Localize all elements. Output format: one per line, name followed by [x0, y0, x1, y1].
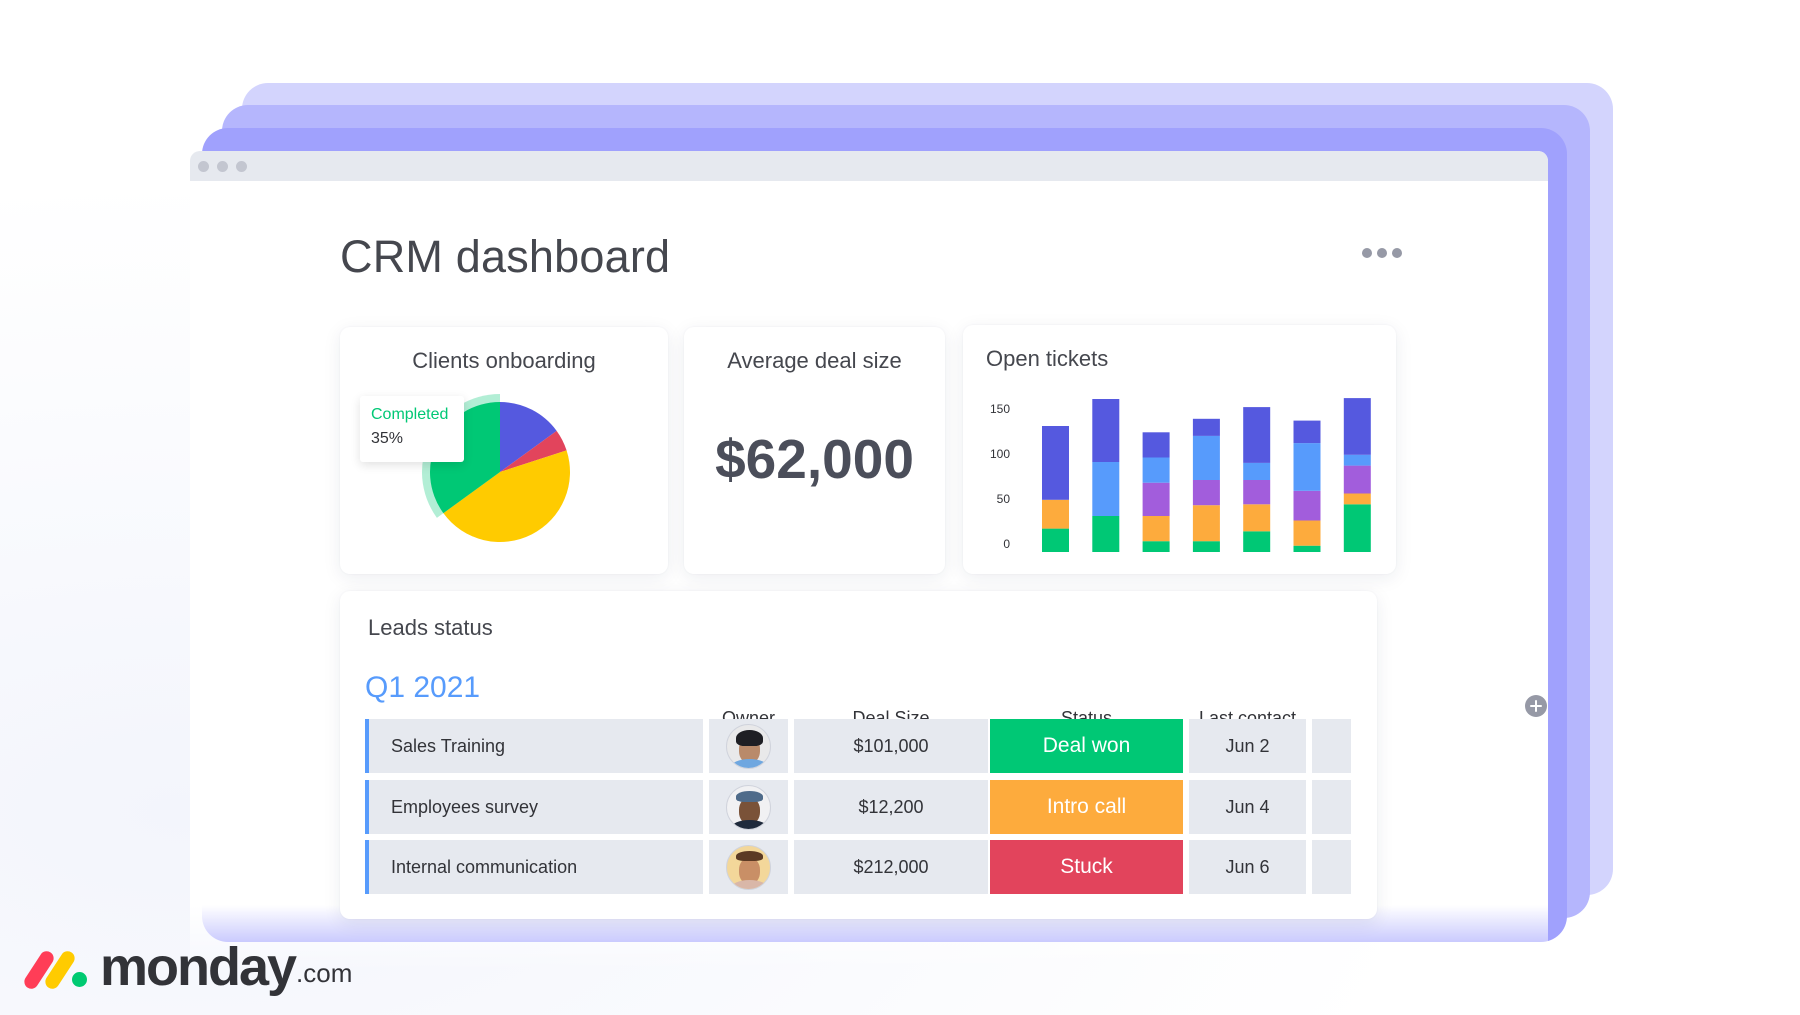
bar-segment-green [1293, 545, 1321, 552]
owner-cell[interactable] [709, 780, 788, 834]
bar-segment-light-blue [1293, 443, 1321, 491]
bar-segment-orange [1192, 505, 1220, 542]
item-name[interactable]: Employees survey [365, 780, 703, 834]
stacked-bar-chart: 0 50 100 150 [990, 398, 1371, 552]
open-tickets-widget[interactable]: Open tickets 0 50 100 150 [963, 325, 1396, 574]
table-row[interactable]: Employees survey $12,200 Intro call Jun … [365, 780, 1375, 834]
bar-segment-orange [1293, 520, 1321, 546]
widget-title: Average deal size [727, 348, 902, 373]
pie-tooltip: Completed 35% [360, 396, 464, 462]
item-name[interactable]: Sales Training [365, 719, 703, 773]
avatar-shirt [731, 879, 768, 889]
page-title: CRM dashboard [340, 231, 671, 282]
bar-segment-dark-blue [1243, 407, 1271, 463]
bar-segment-light-blue [1243, 462, 1271, 480]
bar-segment-light-blue [1192, 435, 1220, 480]
bar-segment-purple [1142, 482, 1170, 516]
empty-cell[interactable] [1312, 719, 1351, 773]
window-dot-icon[interactable] [236, 161, 247, 172]
empty-cell[interactable] [1312, 780, 1351, 834]
avatar-shirt [731, 758, 768, 768]
bar-segment-dark-blue [1142, 432, 1170, 458]
bar-segment-green [1192, 541, 1220, 552]
window-dot-icon[interactable] [198, 161, 209, 172]
bar-segment-light-blue [1142, 457, 1170, 483]
widget-title: Leads status [368, 615, 493, 640]
bar-segment-purple [1243, 480, 1271, 505]
owner-cell[interactable] [709, 719, 788, 773]
deal-size-cell[interactable]: $12,200 [794, 780, 988, 834]
y-tick-label: 100 [990, 447, 1010, 461]
dot [1377, 248, 1387, 258]
monday-logo-mark-icon [20, 948, 90, 992]
more-options-icon[interactable] [1362, 246, 1402, 260]
tooltip-label: Completed [371, 406, 449, 423]
bar-segment-dark-blue [1293, 420, 1321, 444]
bar-segment-green [1142, 541, 1170, 552]
clients-onboarding-widget[interactable]: Clients onboarding Completed 35% [340, 327, 668, 574]
bar-segment-green [1343, 504, 1371, 552]
average-deal-size-widget[interactable]: Average deal size $62,000 [684, 327, 945, 574]
bar-segment-orange [1142, 516, 1170, 542]
y-tick-label: 50 [997, 492, 1011, 506]
bar-segment-light-blue [1092, 462, 1120, 516]
bar-segment-purple [1293, 490, 1321, 521]
avatar-cap [736, 790, 763, 802]
avatar[interactable] [726, 844, 771, 890]
logo-dot-green [72, 972, 87, 987]
deal-size-cell[interactable]: $212,000 [794, 840, 988, 894]
window-titlebar [190, 151, 1548, 181]
average-deal-value: $62,000 [715, 428, 914, 490]
avatar[interactable] [726, 723, 771, 769]
dot [1362, 248, 1372, 258]
leads-status-widget: Leads status Q1 2021 Owner Deal Size Sta… [340, 591, 1547, 919]
bar-segment-orange [1243, 504, 1271, 532]
last-contact-cell[interactable]: Jun 2 [1189, 719, 1306, 773]
avatar-shirt [731, 819, 768, 829]
table-row[interactable]: Internal communication $212,000 Stuck Ju… [365, 840, 1375, 894]
group-title[interactable]: Q1 2021 [365, 671, 480, 705]
status-badge[interactable]: Deal won [990, 719, 1183, 773]
avatar[interactable] [726, 784, 771, 830]
owner-cell[interactable] [709, 840, 788, 894]
avatar-turban [736, 729, 763, 746]
last-contact-cell[interactable]: Jun 4 [1189, 780, 1306, 834]
bar-segment-light-blue [1343, 454, 1371, 466]
y-tick-label: 150 [990, 402, 1010, 416]
bar-segment-dark-blue [1192, 418, 1220, 436]
item-name[interactable]: Internal communication [365, 840, 703, 894]
status-badge[interactable]: Intro call [990, 780, 1183, 834]
last-contact-cell[interactable]: Jun 6 [1189, 840, 1306, 894]
bar-segment-orange [1343, 493, 1371, 505]
app-window: CRM dashboard Clients onboarding Complet… [190, 151, 1548, 971]
tooltip-value: 35% [371, 430, 404, 447]
logo-wordmark: monday [100, 937, 297, 997]
plus-circle-icon[interactable] [1525, 695, 1547, 717]
window-dot-icon[interactable] [217, 161, 228, 172]
bar-segment-purple [1192, 480, 1220, 506]
deal-size-cell[interactable]: $101,000 [794, 719, 988, 773]
dot [1392, 248, 1402, 258]
bar-segment-dark-blue [1092, 399, 1120, 462]
monday-logo: monday .com [20, 937, 353, 997]
bar-segment-green [1243, 531, 1271, 552]
y-tick-label: 0 [1003, 537, 1010, 551]
logo-tld: .com [296, 958, 353, 988]
bar-segment-orange [1042, 499, 1069, 529]
bar-segment-purple [1343, 465, 1371, 494]
bar-segment-dark-blue [1042, 426, 1069, 500]
empty-cell[interactable] [1312, 840, 1351, 894]
widget-title: Clients onboarding [412, 348, 596, 373]
bar-segment-green [1092, 516, 1120, 552]
table-row[interactable]: Sales Training $101,000 Deal won Jun 2 [365, 719, 1375, 773]
bar-segment-dark-blue [1343, 398, 1371, 455]
avatar-hair [736, 850, 763, 861]
status-badge[interactable]: Stuck [990, 840, 1183, 894]
bar-segment-green [1042, 528, 1069, 552]
